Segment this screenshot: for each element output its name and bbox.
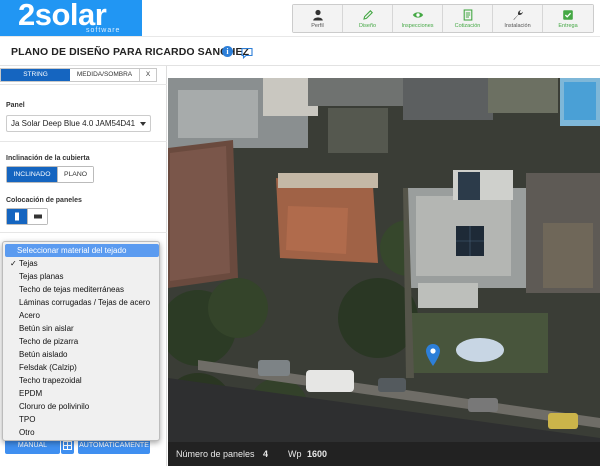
- nav-instalacion-label: Instalación: [504, 23, 531, 29]
- wp-value: 1600: [307, 449, 328, 459]
- tab-string[interactable]: STRING: [1, 69, 70, 81]
- page-title: PLANO DE DISEÑO PARA RICARDO SANCHEZ: [11, 46, 250, 58]
- panel-model-value: Ja Solar Deep Blue 4.0 JAM54D41: [11, 119, 136, 128]
- nav-instalacion[interactable]: Instalación: [493, 5, 543, 32]
- roof-material-option-selected[interactable]: ✓ Tejas: [5, 257, 159, 270]
- portrait-panel-icon: [15, 212, 19, 221]
- roof-material-option[interactable]: EPDM: [5, 387, 159, 400]
- landscape-panel-icon: [34, 214, 42, 219]
- wrench-icon: [493, 9, 542, 21]
- panel-tabs: STRING MEDIDA/SOMBRA X: [0, 68, 157, 82]
- nav-perfil[interactable]: Perfil: [293, 5, 343, 32]
- aerial-map[interactable]: [168, 78, 600, 466]
- roof-material-option[interactable]: Otro: [5, 426, 159, 439]
- divider: [0, 84, 167, 85]
- nav-entrega[interactable]: Entrega: [543, 5, 593, 32]
- checkbox-icon: [543, 9, 593, 21]
- roof-tilt-toggle: INCLINADO PLANO: [6, 166, 94, 183]
- roof-material-dropdown[interactable]: Seleccionar material del tejado ✓ Tejas …: [2, 241, 160, 441]
- nav-cotizacion-label: Cotización: [454, 23, 481, 29]
- roof-material-option[interactable]: Betún sin aislar: [5, 322, 159, 335]
- roof-material-option[interactable]: Techo trapezoidal: [5, 374, 159, 387]
- pencil-icon: [343, 9, 392, 21]
- roof-material-option[interactable]: Betún aislado: [5, 348, 159, 361]
- panel-model-select[interactable]: Ja Solar Deep Blue 4.0 JAM54D41: [6, 115, 151, 132]
- nav-perfil-label: Perfil: [311, 23, 324, 29]
- roof-tilt-label: Inclinación de la cubierta: [6, 155, 90, 162]
- top-bar: 2solar software Perfil Diseño Inspeccion…: [0, 0, 600, 36]
- divider: [0, 141, 167, 142]
- roof-material-option[interactable]: Láminas corrugadas / Tejas de acero: [5, 296, 159, 309]
- close-panel-button[interactable]: X: [140, 69, 156, 81]
- roof-material-option[interactable]: Cloruro de polivinilo: [5, 400, 159, 413]
- title-row: PLANO DE DISEÑO PARA RICARDO SANCHEZ i: [0, 36, 600, 66]
- roof-material-option[interactable]: Acero: [5, 309, 159, 322]
- wp-label: Wp: [288, 449, 302, 459]
- roof-material-option[interactable]: TPO: [5, 413, 159, 426]
- roof-tilt-plano-button[interactable]: PLANO: [57, 167, 93, 182]
- panel-placement-label: Colocación de paneles: [6, 197, 82, 204]
- portrait-orientation-button[interactable]: [7, 209, 27, 224]
- roof-material-option[interactable]: Techo de tejas mediterráneas: [5, 283, 159, 296]
- location-pin-icon[interactable]: [426, 344, 440, 366]
- main-nav: Perfil Diseño Inspecciones Cotización In…: [292, 4, 594, 33]
- landscape-orientation-button[interactable]: [27, 209, 47, 224]
- info-icon[interactable]: i: [222, 46, 233, 57]
- divider: [0, 232, 167, 233]
- roof-material-option[interactable]: Tejas planas: [5, 270, 159, 283]
- logo[interactable]: 2solar software: [0, 0, 142, 36]
- roof-material-option-label: Tejas: [19, 259, 38, 268]
- logo-tagline: software: [86, 27, 121, 34]
- panel-count-value: 4: [263, 449, 269, 459]
- map-status-bar: Número de paneles 4 Wp 1600: [168, 442, 600, 466]
- nav-inspecciones-label: Inspecciones: [401, 23, 434, 29]
- nav-entrega-label: Entrega: [558, 23, 578, 29]
- user-icon: [293, 9, 342, 21]
- roof-material-option[interactable]: Techo de pizarra: [5, 335, 159, 348]
- checkmark-icon: ✓: [10, 259, 17, 268]
- nav-diseno[interactable]: Diseño: [343, 5, 393, 32]
- tab-medida-sombra[interactable]: MEDIDA/SOMBRA: [70, 69, 140, 81]
- nav-diseno-label: Diseño: [358, 23, 377, 29]
- panel-label: Panel: [6, 102, 25, 109]
- aerial-imagery: [168, 78, 600, 466]
- panel-placement-toggle: [6, 208, 48, 225]
- chevron-down-icon: [140, 122, 146, 126]
- roof-material-option[interactable]: Seleccionar material del tejado: [5, 244, 159, 257]
- nav-inspecciones[interactable]: Inspecciones: [393, 5, 443, 32]
- roof-tilt-inclinado-button[interactable]: INCLINADO: [7, 167, 57, 182]
- chat-icon[interactable]: [241, 46, 253, 64]
- document-icon: [443, 9, 492, 21]
- panel-count-label: Número de paneles: [176, 449, 255, 459]
- eye-icon: [393, 9, 442, 21]
- roof-material-option[interactable]: Felsdak (Calzip): [5, 361, 159, 374]
- nav-cotizacion[interactable]: Cotización: [443, 5, 493, 32]
